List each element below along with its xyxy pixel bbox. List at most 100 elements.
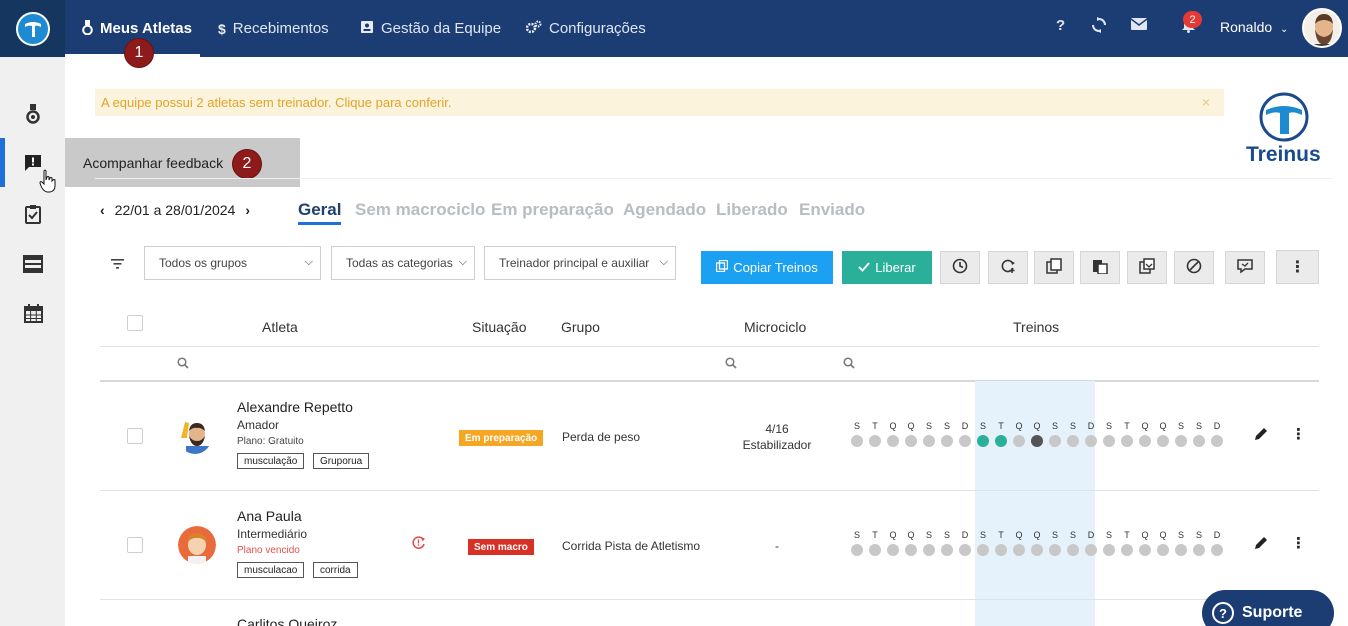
close-icon[interactable]: × xyxy=(1202,94,1210,110)
training-day-dot[interactable] xyxy=(1103,544,1115,556)
training-day-dot[interactable] xyxy=(1157,435,1169,447)
training-day-dot[interactable] xyxy=(1067,435,1079,447)
training-day-dot[interactable] xyxy=(851,435,863,447)
transfer-button[interactable] xyxy=(1127,251,1167,284)
training-day-dot[interactable] xyxy=(905,435,917,447)
schedule-button[interactable] xyxy=(940,251,980,284)
refresh-add-button[interactable] xyxy=(988,251,1028,284)
edit-icon[interactable] xyxy=(1254,535,1269,554)
sidebar-medal-icon[interactable] xyxy=(20,101,46,127)
search-icon[interactable] xyxy=(725,357,737,372)
alert-banner[interactable]: A equipe possui 2 atletas sem treinador.… xyxy=(95,89,1224,116)
training-day-dot[interactable] xyxy=(941,435,953,447)
training-day-dot[interactable] xyxy=(905,544,917,556)
duplicate-button[interactable] xyxy=(1034,251,1074,284)
athlete-name[interactable]: Ana Paula xyxy=(237,508,302,524)
nav-recebimentos[interactable]: $ Recebimentos xyxy=(218,0,329,57)
training-day-dot[interactable] xyxy=(869,435,881,447)
header-athlete[interactable]: Atleta xyxy=(262,319,298,335)
training-day-dot[interactable] xyxy=(1139,435,1151,447)
athlete-name[interactable]: Carlitos Queiroz xyxy=(237,616,337,626)
tab-sem-macrociclo[interactable]: Sem macrociclo xyxy=(355,200,485,220)
athlete-name[interactable]: Alexandre Repetto xyxy=(237,399,353,415)
training-day-dot[interactable] xyxy=(887,544,899,556)
nav-configuracoes[interactable]: Configurações xyxy=(525,0,646,57)
search-icon[interactable] xyxy=(177,357,189,372)
nav-gestao-equipe[interactable]: Gestão da Equipe xyxy=(360,0,501,57)
training-day-dot[interactable] xyxy=(1085,544,1097,556)
tab-enviado[interactable]: Enviado xyxy=(799,200,865,220)
training-day-dot[interactable] xyxy=(1049,435,1061,447)
training-day-dot[interactable] xyxy=(887,435,899,447)
user-avatar[interactable] xyxy=(1302,8,1342,48)
training-day-dot[interactable] xyxy=(923,544,935,556)
training-day-dot[interactable] xyxy=(923,435,935,447)
copy-trainings-button[interactable]: Copiar Treinos xyxy=(701,251,833,284)
row-more-icon[interactable]: ⋮ xyxy=(1291,534,1306,552)
training-day-dot[interactable] xyxy=(1211,435,1223,447)
training-day-dot[interactable] xyxy=(1049,544,1061,556)
tab-agendado[interactable]: Agendado xyxy=(623,200,706,220)
paste-button[interactable] xyxy=(1080,251,1120,284)
more-options-button[interactable]: ⋮ xyxy=(1276,250,1319,284)
header-status[interactable]: Situação xyxy=(472,319,526,335)
row-checkbox[interactable] xyxy=(127,428,143,444)
training-day-dot[interactable] xyxy=(1121,544,1133,556)
training-day-dot[interactable] xyxy=(1157,544,1169,556)
categories-select[interactable]: Todas as categorias ⌵ xyxy=(331,246,475,280)
help-icon[interactable]: ? xyxy=(1056,17,1065,34)
training-day-dot[interactable] xyxy=(1121,435,1133,447)
select-all-checkbox[interactable] xyxy=(127,315,143,331)
training-day-dot[interactable] xyxy=(941,544,953,556)
filter-icon[interactable] xyxy=(111,256,124,272)
app-logo[interactable] xyxy=(0,0,65,57)
tab-liberado[interactable]: Liberado xyxy=(716,200,788,220)
tab-geral[interactable]: Geral xyxy=(298,200,341,220)
training-day-dot[interactable] xyxy=(1139,544,1151,556)
sync-icon[interactable] xyxy=(1092,17,1106,37)
groups-select[interactable]: Todos os grupos ⌵ xyxy=(144,246,321,280)
mail-icon[interactable] xyxy=(1130,17,1148,34)
training-day-dot[interactable] xyxy=(1193,544,1205,556)
training-day-dot[interactable] xyxy=(1013,544,1025,556)
training-day-dot[interactable] xyxy=(1103,435,1115,447)
athlete-avatar[interactable] xyxy=(178,526,216,564)
release-button[interactable]: Liberar xyxy=(842,251,932,284)
tab-em-preparacao[interactable]: Em preparação xyxy=(491,200,614,220)
training-day-dot[interactable] xyxy=(1013,435,1025,447)
header-group[interactable]: Grupo xyxy=(561,319,600,335)
row-more-icon[interactable]: ⋮ xyxy=(1291,425,1306,443)
coach-select[interactable]: Treinador principal e auxiliar ⌵ xyxy=(484,246,676,280)
training-day-dot[interactable] xyxy=(1211,544,1223,556)
row-checkbox[interactable] xyxy=(127,537,143,553)
search-icon[interactable] xyxy=(843,357,855,372)
athlete-avatar[interactable] xyxy=(178,418,212,454)
clipboard-check-icon[interactable] xyxy=(20,201,46,227)
training-day-dot[interactable] xyxy=(1067,544,1079,556)
chevron-left-icon[interactable]: ‹ xyxy=(100,202,105,218)
training-day-dot[interactable] xyxy=(869,544,881,556)
user-menu[interactable]: Ronaldo ⌄ xyxy=(1220,19,1288,35)
header-microcycle[interactable]: Microciclo xyxy=(744,319,806,335)
support-button[interactable]: ? Suporte xyxy=(1202,590,1334,626)
edit-icon[interactable] xyxy=(1254,426,1269,445)
training-day-dot[interactable] xyxy=(995,544,1007,556)
calendar-icon[interactable] xyxy=(20,300,46,326)
training-day-dot[interactable] xyxy=(1085,435,1097,447)
training-day-dot[interactable] xyxy=(959,544,971,556)
training-day-dot[interactable] xyxy=(1175,544,1187,556)
training-day-dot[interactable] xyxy=(1193,435,1205,447)
training-day-dot[interactable] xyxy=(1031,544,1043,556)
film-strip-icon[interactable] xyxy=(20,251,46,277)
send-message-button[interactable] xyxy=(1225,251,1265,284)
training-day-dot[interactable] xyxy=(995,435,1007,447)
training-day-dot[interactable] xyxy=(1031,435,1043,447)
renew-plan-icon[interactable] xyxy=(411,535,426,554)
chevron-right-icon[interactable]: › xyxy=(245,202,250,218)
training-day-dot[interactable] xyxy=(977,544,989,556)
training-day-dot[interactable] xyxy=(977,435,989,447)
training-day-dot[interactable] xyxy=(851,544,863,556)
training-day-dot[interactable] xyxy=(1175,435,1187,447)
cancel-button[interactable] xyxy=(1174,251,1214,284)
training-day-dot[interactable] xyxy=(959,435,971,447)
